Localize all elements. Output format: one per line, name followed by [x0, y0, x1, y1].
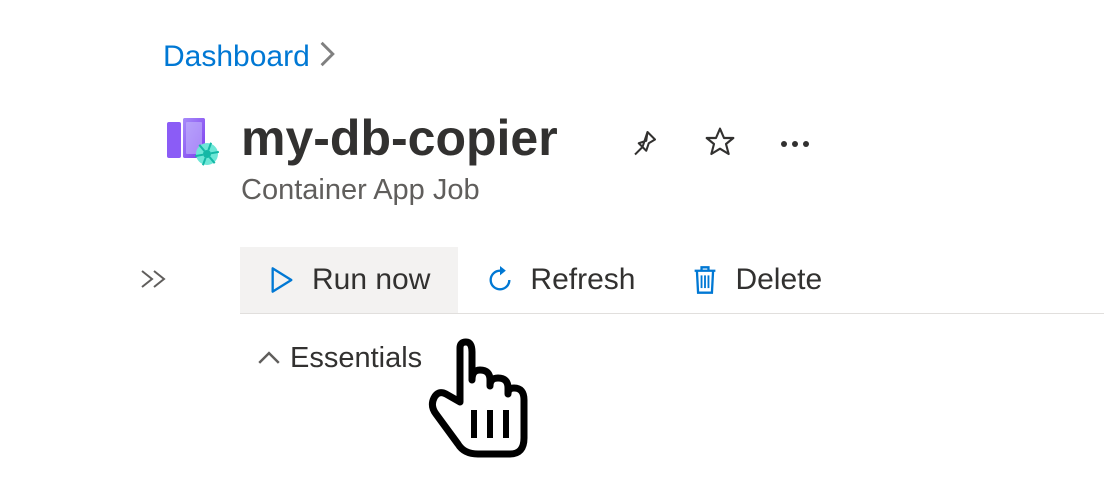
delete-button[interactable]: Delete	[663, 247, 850, 313]
title-block: my-db-copier Container App Job	[241, 110, 558, 207]
essentials-toggle[interactable]: Essentials	[0, 314, 1104, 375]
chevron-up-icon	[258, 345, 280, 371]
breadcrumb-dashboard-link[interactable]: Dashboard	[163, 40, 310, 74]
chevron-right-icon	[320, 41, 336, 74]
more-horizontal-icon	[780, 136, 810, 151]
favorite-button[interactable]	[700, 122, 740, 165]
header-actions	[626, 122, 814, 165]
container-app-job-icon	[163, 114, 221, 166]
play-icon	[268, 266, 296, 294]
resource-title: my-db-copier	[241, 110, 558, 168]
essentials-label: Essentials	[290, 342, 422, 375]
toolbar-row: Run now Refresh	[0, 207, 1104, 314]
refresh-label: Refresh	[530, 263, 635, 297]
pin-button[interactable]	[626, 123, 664, 164]
breadcrumb: Dashboard	[0, 0, 1104, 74]
pin-icon	[630, 127, 660, 160]
trash-icon	[691, 266, 719, 294]
expand-panel-button[interactable]	[132, 257, 176, 304]
more-actions-button[interactable]	[776, 132, 814, 155]
star-icon	[704, 126, 736, 161]
resource-header: my-db-copier Container App Job	[0, 74, 1104, 207]
run-now-label: Run now	[312, 263, 430, 297]
resource-subtitle: Container App Job	[241, 174, 558, 207]
refresh-button[interactable]: Refresh	[458, 247, 663, 313]
command-toolbar: Run now Refresh	[240, 247, 1104, 314]
run-now-button[interactable]: Run now	[240, 247, 458, 313]
delete-label: Delete	[735, 263, 822, 297]
refresh-icon	[486, 266, 514, 294]
